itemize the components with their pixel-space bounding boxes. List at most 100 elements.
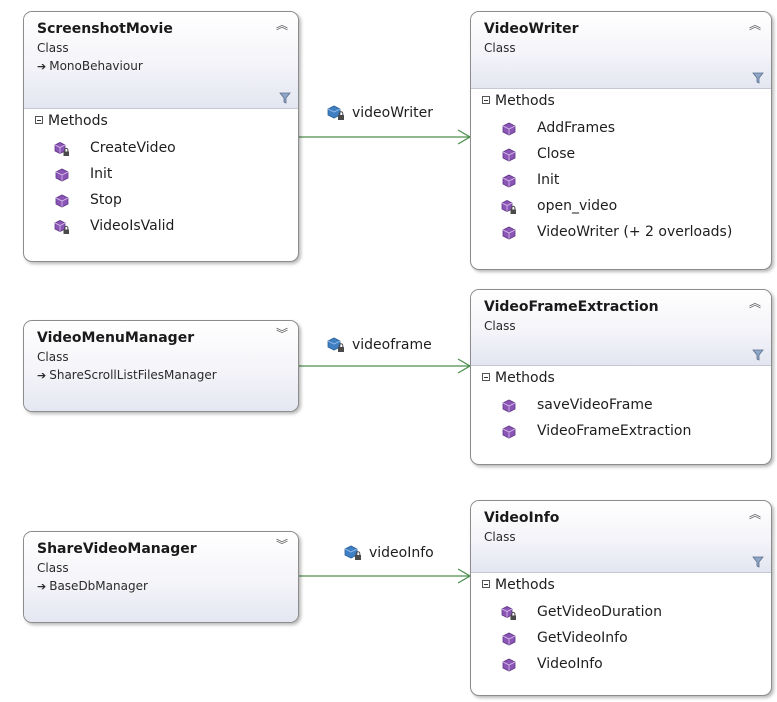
collapse-box-icon[interactable] [482, 373, 490, 381]
class-name: VideoMenuManager [37, 330, 195, 346]
expand-chevron-icon[interactable]: ︾ [275, 538, 289, 552]
filter-icon[interactable] [752, 349, 764, 361]
class-name: ShareVideoManager [37, 541, 197, 557]
method-item[interactable]: Init [24, 161, 298, 187]
method-icon [502, 122, 516, 136]
method-icon [502, 399, 516, 413]
inheritance-arrow-icon: ➔ [37, 369, 47, 382]
collapse-chevron-icon[interactable]: ︽ [275, 18, 289, 32]
base-class-name: ShareScrollListFilesManager [49, 368, 217, 382]
method-icon [55, 194, 69, 208]
class-header[interactable]: ShareVideoManager Class ➔ BaseDbManager ︾ [24, 532, 298, 622]
class-header[interactable]: VideoWriter Class ︽ [471, 12, 771, 89]
association-name: videoframe [352, 337, 432, 353]
method-item[interactable]: Stop [24, 187, 298, 213]
private-method-icon [54, 142, 69, 156]
method-name: Stop [90, 192, 122, 208]
class-name: VideoWriter [484, 21, 579, 37]
association-name: videoInfo [369, 545, 434, 561]
private-method-icon [501, 606, 516, 620]
private-method-icon [501, 200, 516, 214]
method-item[interactable]: CreateVideo [24, 135, 298, 161]
expand-chevron-icon[interactable]: ︾ [275, 327, 289, 341]
methods-section-header[interactable]: Methods [24, 109, 298, 133]
method-item[interactable]: saveVideoFrame [471, 392, 771, 418]
base-class-name: BaseDbManager [49, 579, 148, 593]
section-label: Methods [495, 370, 555, 386]
connector-arrowhead-videoinfo [457, 568, 472, 584]
class-videoframeextraction[interactable]: VideoFrameExtraction Class ︽ Methods sav… [470, 289, 772, 465]
class-videomenumanager[interactable]: VideoMenuManager Class ➔ ShareScrollListF… [23, 320, 299, 412]
method-list: CreateVideo Init Stop VideoIsValid [24, 133, 298, 239]
class-name: VideoInfo [484, 510, 560, 526]
inheritance-arrow-icon: ➔ [37, 60, 47, 73]
filter-icon[interactable] [752, 556, 764, 568]
method-item[interactable]: VideoFrameExtraction [471, 418, 771, 444]
base-class: ➔ BaseDbManager [37, 578, 288, 595]
association-label-videoinfo[interactable]: videoInfo [343, 544, 434, 562]
method-name: GetVideoInfo [537, 630, 628, 646]
class-kind: Class [37, 561, 69, 575]
method-name: VideoWriter (+ 2 overloads) [537, 224, 733, 240]
private-field-icon [344, 545, 361, 560]
association-name: videoWriter [352, 105, 433, 121]
method-name: VideoFrameExtraction [537, 423, 692, 439]
methods-section-header[interactable]: Methods [471, 573, 771, 597]
private-field-icon [327, 105, 344, 120]
association-label-videowriter[interactable]: videoWriter [326, 104, 433, 122]
filter-icon[interactable] [752, 72, 764, 84]
method-icon [55, 168, 69, 182]
private-field-icon [327, 337, 344, 352]
association-label-videoframe[interactable]: videoframe [326, 336, 432, 354]
method-item[interactable]: open_video [471, 193, 771, 219]
collapse-box-icon[interactable] [35, 116, 43, 124]
method-item[interactable]: VideoWriter (+ 2 overloads) [471, 219, 771, 245]
method-item[interactable]: Close [471, 141, 771, 167]
method-item[interactable]: GetVideoDuration [471, 599, 771, 625]
filter-icon[interactable] [279, 92, 291, 104]
method-name: open_video [537, 198, 618, 214]
method-icon [502, 632, 516, 646]
class-videoinfo[interactable]: VideoInfo Class ︽ Methods GetVideoDurati… [470, 500, 772, 696]
method-name: CreateVideo [90, 140, 176, 156]
class-kind: Class [484, 41, 516, 55]
section-label: Methods [495, 93, 555, 109]
method-list: saveVideoFrame VideoFrameExtraction [471, 390, 771, 444]
class-kind: Class [37, 350, 69, 364]
class-videowriter[interactable]: VideoWriter Class ︽ Methods AddFrames Cl… [470, 11, 772, 270]
method-icon [502, 226, 516, 240]
collapse-chevron-icon[interactable]: ︽ [748, 18, 762, 32]
methods-section-header[interactable]: Methods [471, 366, 771, 390]
method-icon [502, 174, 516, 188]
method-item[interactable]: GetVideoInfo [471, 625, 771, 651]
class-kind: Class [37, 41, 69, 55]
section-label: Methods [48, 113, 108, 129]
class-kind: Class [484, 319, 516, 333]
method-item[interactable]: AddFrames [471, 115, 771, 141]
inheritance-arrow-icon: ➔ [37, 580, 47, 593]
method-icon [502, 148, 516, 162]
connector-arrowhead-videowriter [457, 129, 472, 145]
class-kind: Class [484, 530, 516, 544]
class-header[interactable]: VideoInfo Class ︽ [471, 501, 771, 573]
class-header[interactable]: VideoFrameExtraction Class ︽ [471, 290, 771, 366]
class-sharevideomanager[interactable]: ShareVideoManager Class ➔ BaseDbManager ︾ [23, 531, 299, 623]
class-header[interactable]: VideoMenuManager Class ➔ ShareScrollListF… [24, 321, 298, 411]
method-item[interactable]: Init [471, 167, 771, 193]
class-header[interactable]: ScreenshotMovie Class ➔ MonoBehaviour ︽ [24, 12, 298, 109]
method-item[interactable]: VideoInfo [471, 651, 771, 677]
method-name: AddFrames [537, 120, 616, 136]
collapse-box-icon[interactable] [482, 580, 490, 588]
collapse-chevron-icon[interactable]: ︽ [748, 507, 762, 521]
class-screenshotmovie[interactable]: ScreenshotMovie Class ➔ MonoBehaviour ︽ M… [23, 11, 299, 262]
methods-section-header[interactable]: Methods [471, 89, 771, 113]
method-item[interactable]: VideoIsValid [24, 213, 298, 239]
method-name: GetVideoDuration [537, 604, 662, 620]
method-icon [502, 425, 516, 439]
method-name: Init [90, 166, 113, 182]
collapse-box-icon[interactable] [482, 96, 490, 104]
section-label: Methods [495, 577, 555, 593]
class-name: ScreenshotMovie [37, 21, 173, 37]
base-class-name: MonoBehaviour [49, 59, 143, 73]
collapse-chevron-icon[interactable]: ︽ [748, 296, 762, 310]
